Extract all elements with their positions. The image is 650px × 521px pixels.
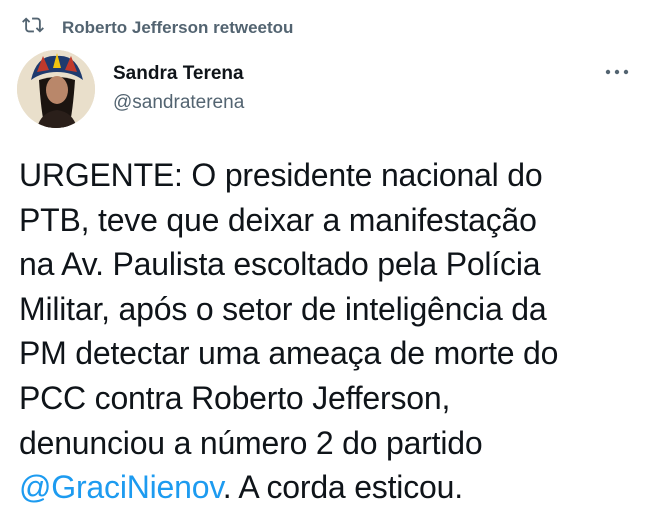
mention-link[interactable]: @GraciNienov (19, 469, 223, 505)
tweet-author[interactable]: Sandra Terena @sandraterena (113, 62, 244, 116)
tweet-line: denunciou a número 2 do partido (19, 424, 483, 461)
tweet-line: PM detectar uma ameaça de morte do (19, 335, 559, 372)
retweet-label: Roberto Jefferson retweetou (62, 17, 294, 37)
tweet-line: PTB, teve que deixar a manifestação (19, 201, 537, 238)
tweet-line: Militar, após o setor de inteligência da (19, 290, 547, 327)
more-options-icon[interactable] (602, 60, 632, 84)
retweet-icon (22, 14, 62, 41)
tweet-line: @GraciNienov. A corda esticou. (19, 465, 639, 510)
tweet-text: URGENTE: O presidente nacional do PTB, t… (19, 153, 639, 510)
author-name[interactable]: Sandra Terena (113, 62, 244, 86)
tweet-line-rest: . A corda esticou. (222, 469, 463, 506)
retweet-context[interactable]: Roberto Jefferson retweetou (22, 14, 293, 41)
tweet-line: URGENTE: O presidente nacional do (19, 157, 543, 193)
author-handle[interactable]: @sandraterena (113, 90, 244, 116)
tweet-line: PCC contra Roberto Jefferson, (19, 379, 451, 416)
tweet-line: na Av. Paulista escoltado pela Polícia (19, 246, 541, 283)
avatar[interactable] (17, 50, 95, 128)
